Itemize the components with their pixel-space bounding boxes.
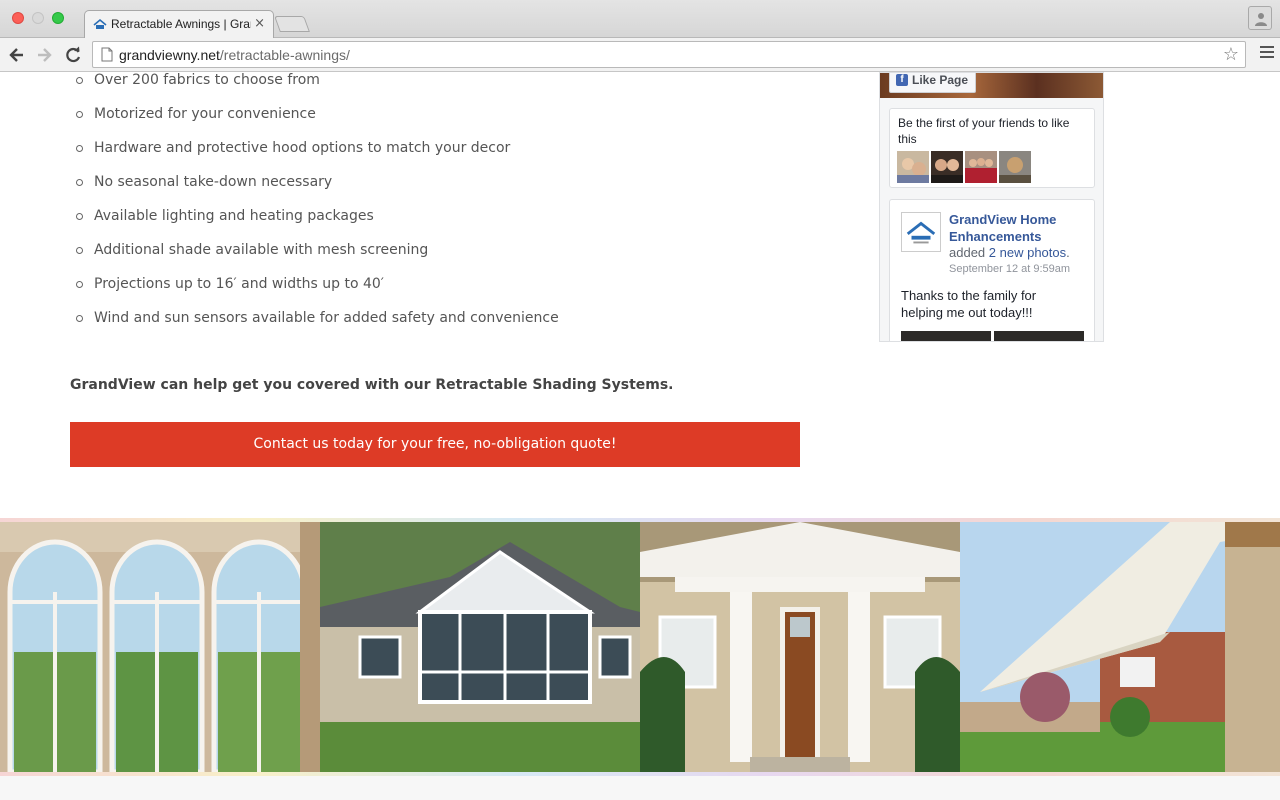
list-item: Over 200 fabrics to choose from (70, 72, 830, 103)
grandview-logo-icon[interactable] (901, 212, 941, 252)
arched-windows-photo (0, 522, 320, 772)
facebook-post: GrandView Home Enhancements added 2 new … (889, 199, 1095, 341)
avatar[interactable] (965, 151, 997, 183)
browser-toolbar: grandviewny.net/retractable-awnings/ ☆ (0, 38, 1280, 72)
list-item: Additional shade available with mesh scr… (70, 239, 830, 273)
address-bar[interactable]: grandviewny.net/retractable-awnings/ ☆ (92, 41, 1246, 68)
browser-menu-icon[interactable] (1260, 46, 1274, 61)
front-porch-door-photo (640, 522, 960, 772)
feature-list: Over 200 fabrics to choose from Motorize… (70, 72, 830, 341)
page-icon (101, 47, 113, 62)
forward-arrow-icon[interactable] (33, 44, 55, 66)
url-domain: grandviewny.net (119, 47, 220, 63)
facebook-friends-box: Be the first of your friends to like thi… (889, 108, 1095, 188)
retractable-awning-patio-photo (960, 522, 1280, 772)
list-item: Projections up to 16′ and widths up to 4… (70, 273, 830, 307)
post-activity: added 2 new photos. (949, 245, 1070, 260)
avatar[interactable] (999, 151, 1031, 183)
post-message: Thanks to the family for helping me out … (901, 288, 1037, 320)
sunroom-addition-photo (320, 522, 640, 772)
post-photo[interactable] (901, 331, 991, 341)
added-prefix: added (949, 245, 986, 260)
facebook-like-page-button[interactable]: f Like Page (889, 73, 977, 93)
new-photos-link[interactable]: 2 new photos (989, 245, 1066, 260)
list-item: Hardware and protective hood options to … (70, 137, 830, 171)
close-tab-icon[interactable]: × (254, 16, 265, 31)
avatar[interactable] (931, 151, 963, 183)
avatar[interactable] (897, 151, 929, 183)
list-item: Available lighting and heating packages (70, 205, 830, 239)
tab-title: Retractable Awnings | Gran (111, 17, 251, 31)
minimize-window-button[interactable] (32, 12, 44, 24)
browser-tab[interactable]: Retractable Awnings | Gran × (84, 10, 274, 38)
tagline: GrandView can help get you covered with … (70, 377, 674, 393)
list-item: Motorized for your convenience (70, 103, 830, 137)
page-content: Over 200 fabrics to choose from Motorize… (0, 72, 1280, 800)
gallery-strip (0, 518, 1280, 776)
like-page-label: Like Page (912, 73, 969, 87)
added-suffix: . (1066, 245, 1070, 260)
maximize-window-button[interactable] (52, 12, 64, 24)
profile-button[interactable] (1248, 6, 1272, 30)
grandview-favicon-icon (93, 18, 107, 29)
reload-icon[interactable] (62, 44, 84, 66)
facebook-page-name-link[interactable]: GrandView Home Enhancements (949, 211, 1089, 245)
back-arrow-icon[interactable] (6, 44, 28, 66)
browser-titlebar: Retractable Awnings | Gran × (0, 0, 1280, 38)
list-item: Wind and sun sensors available for added… (70, 307, 830, 341)
friends-text: Be the first of your friends to like thi… (898, 116, 1070, 146)
contact-quote-button[interactable]: Contact us today for your free, no-oblig… (70, 422, 800, 467)
bookmark-star-icon[interactable]: ☆ (1223, 44, 1239, 65)
list-item: No seasonal take-down necessary (70, 171, 830, 205)
facebook-icon: f (896, 74, 908, 86)
post-timestamp[interactable]: September 12 at 9:59am (949, 263, 1070, 275)
post-photo[interactable] (994, 331, 1084, 341)
new-tab-button[interactable] (274, 16, 310, 32)
close-window-button[interactable] (12, 12, 24, 24)
user-icon (1255, 13, 1267, 26)
url-path: /retractable-awnings/ (219, 47, 350, 63)
facebook-page-widget: f Like Page Be the first of your friends… (879, 72, 1104, 342)
footer-band (0, 776, 1280, 800)
url-text: grandviewny.net/retractable-awnings/ (119, 47, 350, 63)
